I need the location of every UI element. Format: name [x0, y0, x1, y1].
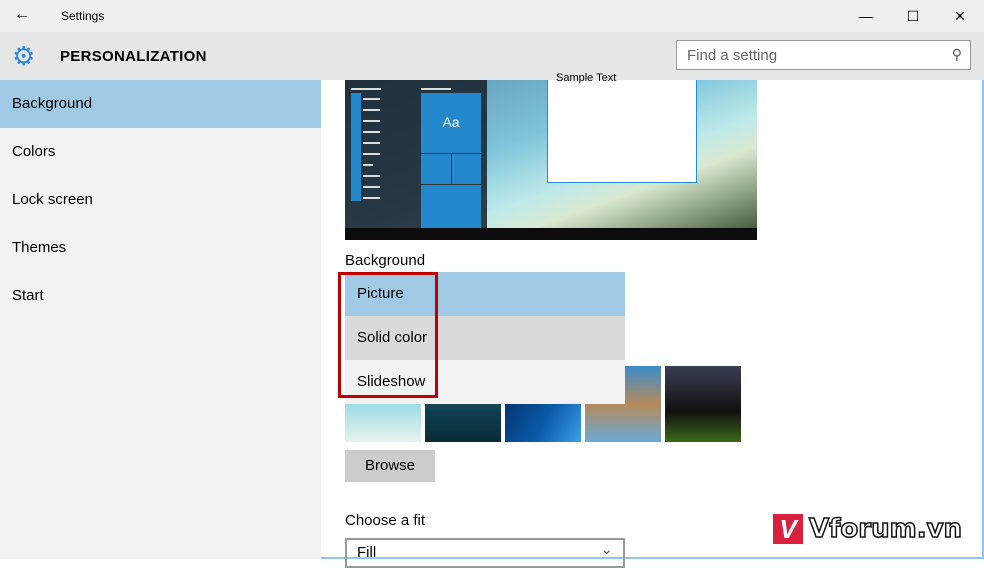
logo-icon: V	[773, 514, 803, 544]
taskbar-preview	[345, 228, 757, 240]
minimize-button[interactable]: —	[843, 4, 889, 28]
gear-icon: ⚙	[12, 41, 36, 71]
tile-text: Aa	[442, 114, 460, 130]
choose-fit-label: Choose a fit	[345, 512, 426, 529]
chevron-down-icon: ⌄	[600, 541, 613, 558]
sidebar-item-background[interactable]: Background	[0, 80, 321, 128]
window-title: Settings	[61, 9, 105, 23]
search-icon[interactable]: ⚲	[952, 46, 962, 63]
recent-picture-5[interactable]	[665, 366, 741, 442]
watermark-text: Vforum.vn	[808, 513, 963, 545]
sidebar-item-themes[interactable]: Themes	[0, 224, 321, 272]
sidebar-item-lock-screen[interactable]: Lock screen	[0, 176, 321, 224]
header: ⚙ PERSONALIZATION Find a setting ⚲	[0, 32, 984, 80]
maximize-button[interactable]: ☐	[890, 4, 936, 28]
watermark-logo: V Vforum.vn	[773, 513, 963, 545]
annotation-highlight-box	[338, 272, 438, 398]
fit-value: Fill	[357, 544, 377, 561]
page-title: PERSONALIZATION	[60, 48, 207, 65]
browse-button[interactable]: Browse	[345, 450, 435, 482]
search-input[interactable]: Find a setting ⚲	[676, 40, 971, 70]
title-bar: ← Settings — ☐ ✕	[0, 0, 984, 32]
sidebar-item-colors[interactable]: Colors	[0, 128, 321, 176]
fit-dropdown[interactable]: Fill ⌄	[345, 538, 625, 568]
close-button[interactable]: ✕	[937, 4, 983, 28]
sidebar-item-start[interactable]: Start	[0, 272, 321, 320]
back-arrow-icon[interactable]: ←	[14, 6, 30, 24]
search-placeholder: Find a setting	[687, 47, 778, 64]
background-preview: Aa Sample Text	[345, 73, 757, 240]
sidebar: Background Colors Lock screen Themes Sta…	[0, 80, 321, 559]
start-menu-preview: Aa	[345, 80, 487, 228]
background-label: Background	[345, 252, 426, 269]
sample-window: Sample Text	[547, 73, 697, 183]
